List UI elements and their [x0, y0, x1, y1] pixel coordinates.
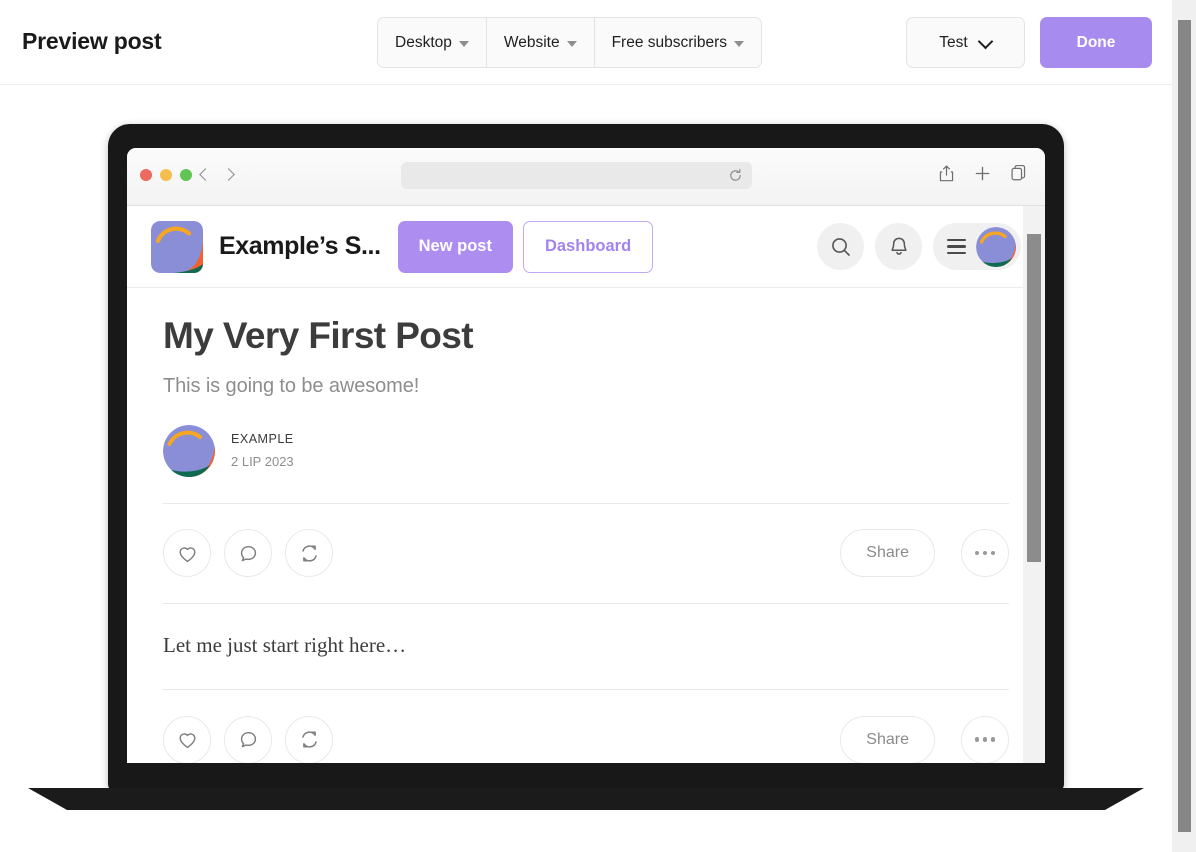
post-action-bar-top: Share [163, 504, 1009, 603]
comment-button[interactable] [224, 529, 272, 578]
comment-button-bottom[interactable] [224, 715, 272, 763]
comment-bubble-icon [240, 545, 256, 561]
post-content: My Very First Post This is going to be a… [127, 288, 1045, 604]
page-scrollbar-thumb[interactable] [1178, 20, 1191, 832]
laptop-screen-bezel: Example’s S... New post Dashboard My Ver… [108, 124, 1064, 792]
segment-device-selector[interactable]: Desktop [378, 18, 487, 67]
more-options-icon [990, 550, 996, 556]
more-options-button-bottom[interactable] [961, 715, 1009, 763]
notifications-button[interactable] [875, 223, 922, 270]
hamburger-menu-icon [947, 239, 966, 254]
author-avatar[interactable] [163, 424, 215, 477]
preview-toolbar: Preview post Desktop Website Free subscr… [0, 0, 1172, 85]
plus-icon[interactable] [974, 164, 991, 183]
share-button-top[interactable]: Share [840, 529, 935, 578]
browser-chrome-actions [938, 164, 1027, 183]
more-options-button-top[interactable] [961, 529, 1009, 578]
share-icon[interactable] [938, 164, 955, 183]
preview-options-segmented-control: Desktop Website Free subscribers [377, 17, 763, 68]
page-title: Preview post [22, 28, 162, 54]
segment-audience-label: Free subscribers [611, 33, 728, 51]
maximize-window-icon[interactable] [180, 169, 192, 181]
like-button[interactable] [163, 529, 211, 578]
window-traffic-lights [140, 169, 192, 181]
post-action-bar-bottom: Share [163, 690, 1009, 763]
share-button-bottom[interactable]: Share [840, 715, 935, 763]
restack-refresh-icon [301, 545, 317, 562]
minimize-window-icon[interactable] [160, 169, 172, 181]
test-dropdown-label: Test [939, 33, 968, 51]
byline-text: EXAMPLE 2 LIP 2023 [231, 432, 294, 469]
post-body-text: Let me just start right here… [163, 632, 407, 657]
segment-device-label: Desktop [395, 33, 452, 51]
chevron-down-icon [566, 40, 577, 47]
dashboard-button[interactable]: Dashboard [522, 220, 654, 273]
more-options-icon [974, 550, 980, 556]
test-dropdown-button[interactable]: Test [906, 17, 1025, 68]
chevron-right-icon[interactable] [224, 165, 235, 185]
chevron-down-icon [458, 40, 469, 47]
chevron-down-icon [734, 40, 745, 47]
new-post-button[interactable]: New post [397, 220, 513, 273]
post-title: My Very First Post [163, 315, 474, 356]
more-options-icon [982, 737, 988, 742]
preview-post-screen: Preview post Desktop Website Free subscr… [0, 0, 1196, 852]
restack-button-bottom[interactable] [285, 715, 333, 763]
more-options-icon [982, 550, 988, 556]
tabs-overview-icon[interactable] [1010, 164, 1027, 183]
search-button[interactable] [817, 223, 864, 270]
segment-channel-selector[interactable]: Website [486, 18, 595, 67]
heart-icon [178, 546, 196, 562]
segment-audience-selector[interactable]: Free subscribers [594, 18, 762, 67]
heart-icon [178, 733, 196, 749]
brand-logo-icon[interactable] [151, 220, 203, 273]
address-bar[interactable] [401, 162, 752, 189]
laptop-mockup: Example’s S... New post Dashboard My Ver… [0, 104, 1172, 824]
post-subtitle: This is going to be awesome! [163, 374, 420, 397]
more-options-icon [974, 737, 980, 742]
laptop-base [28, 788, 1144, 810]
account-menu-button[interactable] [933, 223, 1021, 270]
site-header: Example’s S... New post Dashboard [127, 206, 1045, 288]
user-avatar-icon [976, 226, 1016, 267]
site-scrollbar-thumb[interactable] [1027, 234, 1041, 562]
bell-icon [890, 237, 907, 255]
more-options-icon [990, 737, 996, 742]
search-icon [831, 237, 850, 256]
done-button[interactable]: Done [1040, 17, 1152, 68]
browser-chrome [127, 148, 1045, 206]
comment-bubble-icon [240, 732, 256, 748]
page-scrollbar-track[interactable] [1172, 0, 1196, 852]
post-author[interactable]: EXAMPLE [231, 432, 294, 446]
brand-name[interactable]: Example’s S... [219, 232, 381, 261]
post-date: 2 LIP 2023 [231, 454, 294, 470]
restack-button[interactable] [285, 529, 333, 578]
post-byline: EXAMPLE 2 LIP 2023 [163, 424, 1009, 477]
like-button-bottom[interactable] [163, 715, 211, 763]
chevron-left-icon[interactable] [199, 165, 210, 185]
restack-refresh-icon [301, 731, 317, 748]
segment-channel-label: Website [503, 33, 560, 51]
site-scrollbar-track[interactable] [1023, 206, 1045, 763]
browser-navigation [199, 165, 235, 185]
newsletter-site: Example’s S... New post Dashboard My Ver… [127, 206, 1045, 763]
close-window-icon[interactable] [140, 169, 152, 181]
chevron-down-icon [979, 34, 992, 47]
browser-window: Example’s S... New post Dashboard My Ver… [127, 148, 1045, 763]
reload-icon[interactable] [728, 168, 743, 183]
